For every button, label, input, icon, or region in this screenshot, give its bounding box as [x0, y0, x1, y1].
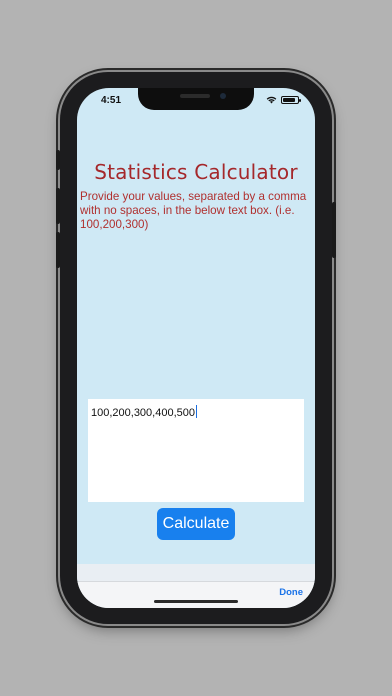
text-cursor	[196, 405, 197, 418]
power-button	[332, 202, 336, 258]
wifi-icon	[266, 96, 277, 104]
status-icons	[266, 96, 301, 104]
done-button[interactable]: Done	[279, 587, 303, 598]
speaker-grille	[180, 94, 210, 98]
camera-icon	[220, 93, 226, 99]
app-screen: 4:51 Statistics Calculator Provide your …	[77, 88, 315, 608]
calculate-button[interactable]: Calculate	[157, 508, 235, 540]
status-time: 4:51	[101, 95, 122, 106]
home-indicator[interactable]	[154, 600, 238, 603]
volume-down-button	[56, 232, 60, 268]
notch	[138, 88, 254, 110]
keyboard-toolbar: Done	[77, 581, 315, 608]
mute-switch	[56, 150, 60, 170]
instructions-text: Provide your values, separated by a comm…	[80, 190, 307, 231]
values-input-text: 100,200,300,400,500	[91, 407, 195, 419]
battery-icon	[281, 96, 301, 104]
page-title: Statistics Calculator	[94, 160, 298, 184]
values-input[interactable]: 100,200,300,400,500	[88, 399, 304, 502]
volume-up-button	[56, 188, 60, 224]
keyboard-accessory-strip	[77, 564, 315, 581]
phone-frame: 4:51 Statistics Calculator Provide your …	[56, 72, 336, 624]
